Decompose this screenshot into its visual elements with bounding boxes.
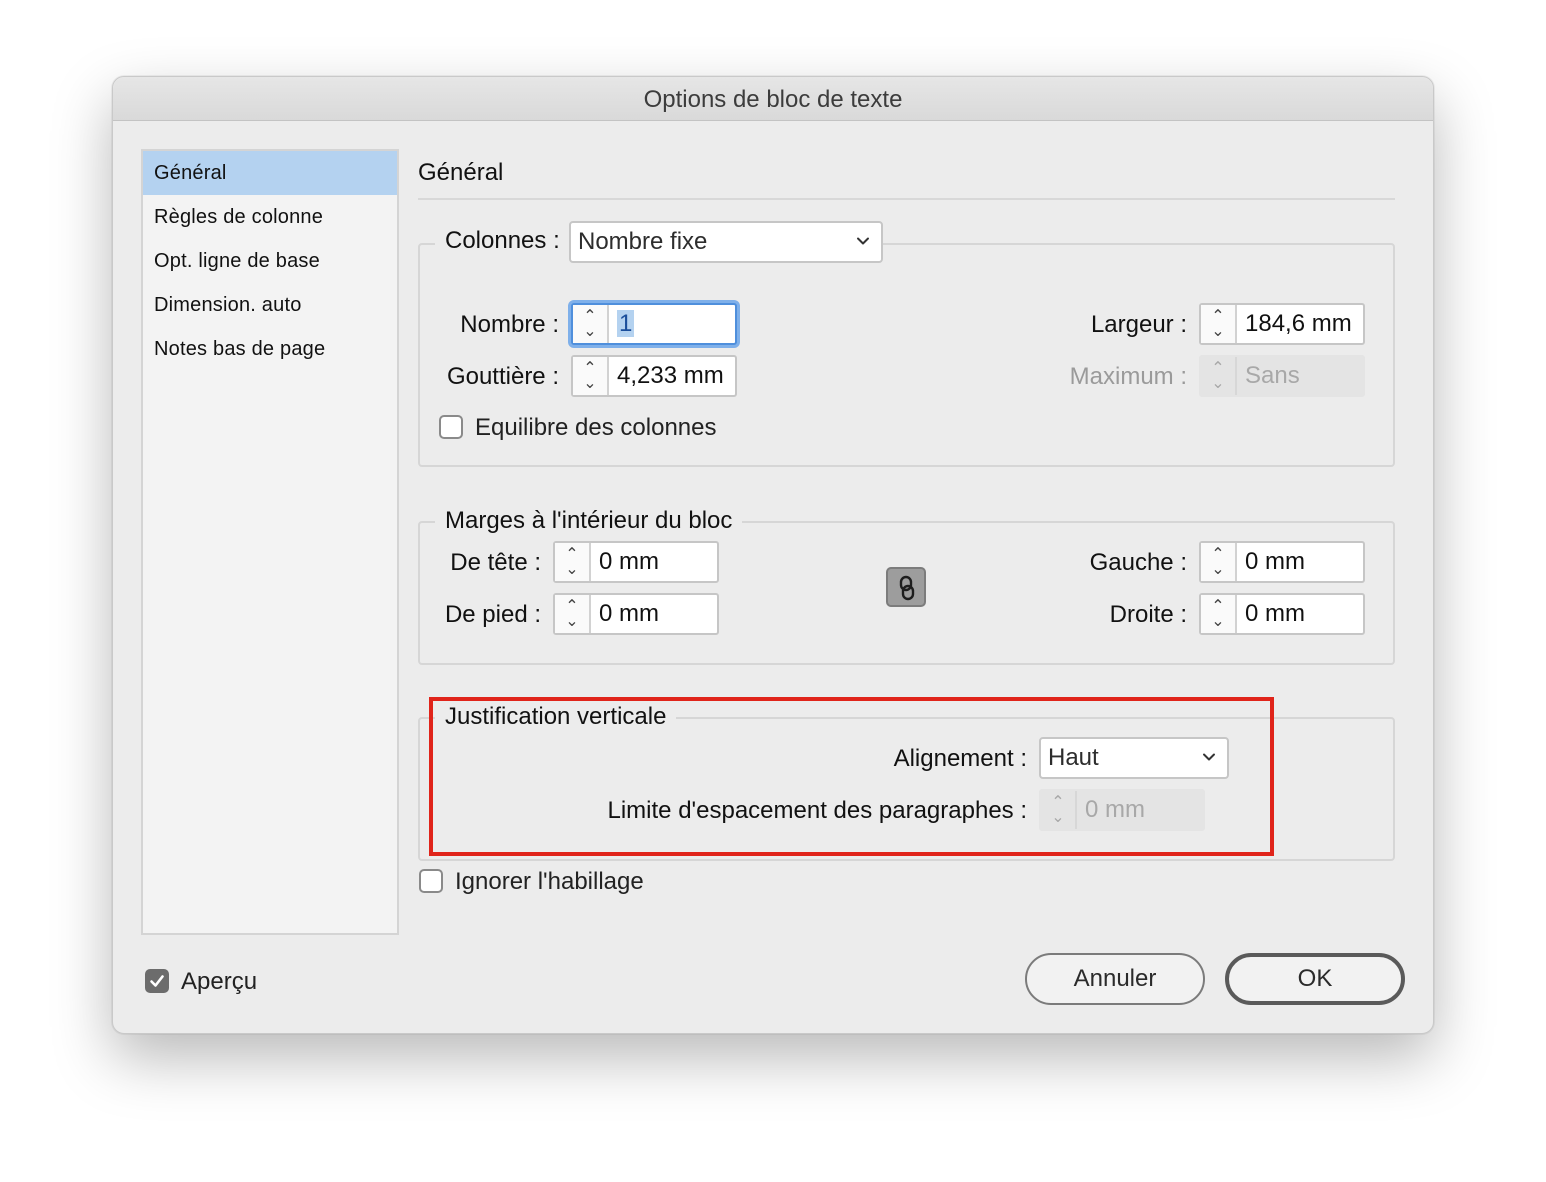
stepper-arrows-icon[interactable]: ⌃ ⌄ — [555, 595, 591, 633]
preview-checkbox[interactable] — [145, 969, 169, 993]
vertical-justification-legend: Justification verticale — [435, 703, 677, 731]
stepper-arrows-icon: ⌃ ⌄ — [1201, 357, 1237, 395]
text-frame-options-dialog: Options de bloc de texte Général Règles … — [112, 76, 1434, 1034]
stepper-arrows-icon[interactable]: ⌃ ⌄ — [1201, 595, 1237, 633]
window-title: Options de bloc de texte — [113, 77, 1433, 121]
balance-columns-checkbox[interactable] — [439, 415, 463, 439]
chain-link-icon — [899, 575, 915, 601]
sidebar-item-column-rules[interactable]: Règles de colonne — [143, 195, 397, 239]
largeur-value: 184,6 mm — [1245, 310, 1352, 337]
paragraph-spacing-limit-value: 0 mm — [1085, 796, 1145, 823]
maximum-label: Maximum : — [1069, 363, 1187, 390]
maximum-value: Sans — [1245, 362, 1300, 389]
stepper-arrows-icon[interactable]: ⌃ ⌄ — [1201, 305, 1237, 343]
inset-margins-legend: Marges à l'intérieur du bloc — [435, 507, 743, 535]
tete-stepper[interactable]: ⌃ ⌄ 0 mm — [553, 541, 719, 583]
section-divider — [418, 198, 1395, 200]
gouttiere-label: Gouttière : — [446, 363, 559, 390]
sidebar-item-general[interactable]: Général — [143, 151, 397, 195]
stepper-arrows-icon: ⌃ ⌄ — [1041, 791, 1077, 829]
stepper-arrows-icon[interactable]: ⌃ ⌄ — [573, 357, 609, 395]
checkmark-icon — [150, 975, 164, 987]
columns-type-value: Nombre fixe — [578, 228, 708, 255]
largeur-label: Largeur : — [1090, 311, 1187, 338]
sidebar-item-auto-size[interactable]: Dimension. auto — [143, 283, 397, 327]
pied-value: 0 mm — [599, 600, 659, 627]
ok-button[interactable]: OK — [1225, 953, 1405, 1005]
ignore-text-wrap-checkbox[interactable] — [419, 869, 443, 893]
gauche-value: 0 mm — [1245, 548, 1305, 575]
paragraph-spacing-limit-label: Limite d'espacement des paragraphes : — [607, 797, 1028, 824]
pied-stepper[interactable]: ⌃ ⌄ 0 mm — [553, 593, 719, 635]
paragraph-spacing-limit-stepper: ⌃ ⌄ 0 mm — [1039, 789, 1205, 831]
sidebar-item-baseline-options[interactable]: Opt. ligne de base — [143, 239, 397, 283]
maximum-stepper: ⌃ ⌄ Sans — [1199, 355, 1365, 397]
gauche-label: Gauche : — [1089, 549, 1187, 576]
cancel-button[interactable]: Annuler — [1025, 953, 1205, 1005]
columns-type-dropdown[interactable]: Nombre fixe — [569, 221, 883, 263]
gouttiere-value: 4,233 mm — [617, 362, 724, 389]
balance-columns-label[interactable]: Equilibre des colonnes — [475, 414, 717, 442]
vertical-justification-group — [418, 717, 1395, 861]
category-sidebar: Général Règles de colonne Opt. ligne de … — [141, 149, 399, 935]
gouttiere-stepper[interactable]: ⌃ ⌄ 4,233 mm — [571, 355, 737, 397]
droite-value: 0 mm — [1245, 600, 1305, 627]
ignore-text-wrap-label[interactable]: Ignorer l'habillage — [455, 868, 644, 896]
section-title: Général — [418, 159, 504, 186]
nombre-label: Nombre : — [460, 311, 559, 338]
preview-label[interactable]: Aperçu — [181, 968, 257, 996]
droite-label: Droite : — [1109, 601, 1187, 628]
chain-link-button[interactable] — [886, 567, 926, 607]
tete-value: 0 mm — [599, 548, 659, 575]
chevron-down-icon — [857, 237, 869, 245]
largeur-stepper[interactable]: ⌃ ⌄ 184,6 mm — [1199, 303, 1365, 345]
nombre-stepper[interactable]: ⌃ ⌄ 1 — [571, 303, 737, 345]
tete-label: De tête : — [450, 549, 541, 576]
nombre-value: 1 — [617, 310, 635, 337]
gauche-stepper[interactable]: ⌃ ⌄ 0 mm — [1199, 541, 1365, 583]
stepper-arrows-icon[interactable]: ⌃ ⌄ — [1201, 543, 1237, 581]
alignment-value: Haut — [1048, 744, 1099, 771]
sidebar-item-footnotes[interactable]: Notes bas de page — [143, 327, 397, 371]
stepper-arrows-icon[interactable]: ⌃ ⌄ — [573, 305, 609, 343]
stepper-arrows-icon[interactable]: ⌃ ⌄ — [555, 543, 591, 581]
alignment-label: Alignement : — [893, 745, 1027, 772]
alignment-dropdown[interactable]: Haut — [1039, 737, 1229, 779]
droite-stepper[interactable]: ⌃ ⌄ 0 mm — [1199, 593, 1365, 635]
pied-label: De pied : — [444, 601, 541, 628]
chevron-down-icon — [1203, 753, 1215, 761]
columns-legend: Colonnes : — [435, 227, 570, 255]
